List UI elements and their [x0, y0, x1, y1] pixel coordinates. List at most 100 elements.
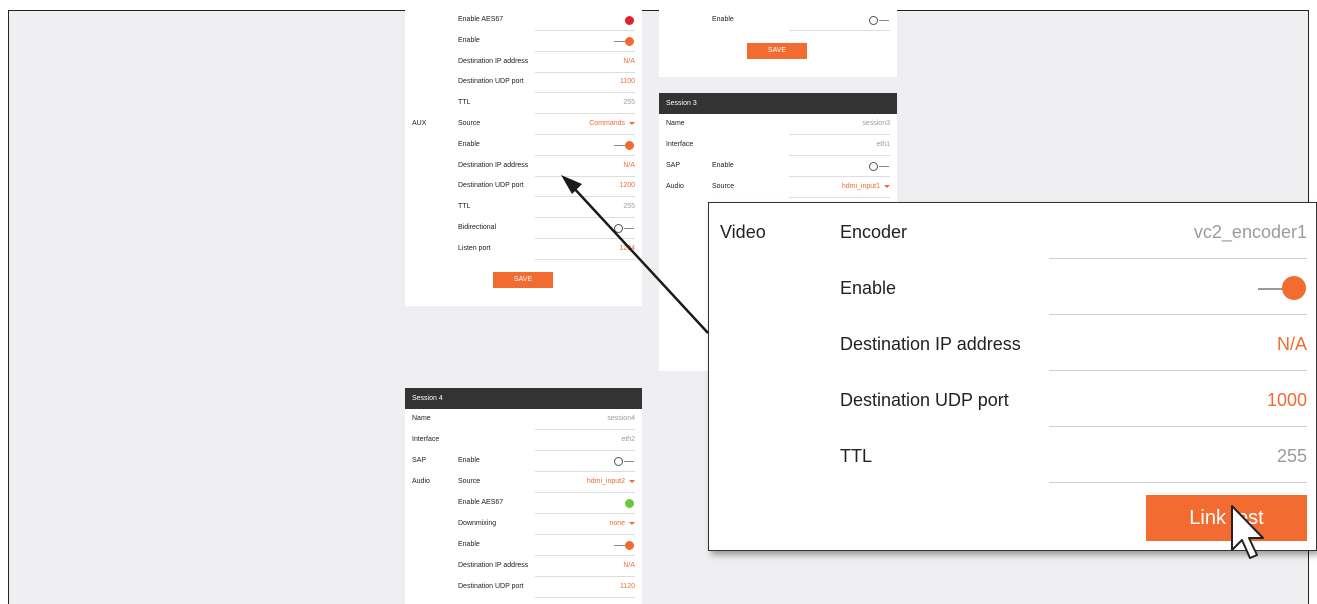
aes67-status-red-icon[interactable]	[625, 16, 634, 25]
group-label: SAP	[412, 457, 427, 464]
value-text: 255	[623, 99, 635, 107]
toggle-knob	[869, 16, 878, 25]
field-label: Destination UDP port	[458, 182, 524, 190]
toggle-track	[879, 20, 889, 21]
chevron-down-icon	[629, 521, 635, 525]
group-label: AUX	[412, 120, 427, 127]
field-value[interactable]: N/A	[623, 58, 635, 65]
zoom-callout: TTL 255 Destination UDP port 1000 Destinatio…	[708, 202, 1317, 551]
field-label: TTL	[458, 99, 471, 107]
toggle-switch-on[interactable]	[1258, 276, 1306, 300]
group-label: SAP	[666, 162, 681, 169]
field-label: Enable AES67	[458, 499, 504, 506]
value-text: N/A	[623, 562, 635, 569]
field-label: Enable AES67	[458, 16, 504, 23]
setting-row-destination-ip-address: Destination IP address N/A	[405, 556, 642, 577]
value-text: session3	[862, 120, 890, 127]
setting-row-destination-udp-port: Destination UDP port 1200	[405, 176, 642, 198]
session4-card: Session 4 Name session4 Interface eth2 SAP En…	[405, 388, 642, 604]
field-value: vc2_encoder1	[1193, 222, 1307, 242]
field-value: session3	[862, 120, 890, 127]
field-label: Destination IP address	[458, 562, 529, 569]
field-value[interactable]: 1100	[620, 78, 635, 85]
setting-row-source: Audio Source hdmi_input2	[405, 472, 642, 493]
setting-row-destination-ip-address: Destination IP address N/A	[405, 156, 642, 177]
group-label: Name	[412, 415, 431, 422]
select-value[interactable]: none	[609, 520, 635, 527]
field-value: 255	[1276, 446, 1307, 466]
value-text: 1204	[619, 244, 635, 252]
field-label: Downmixing	[458, 520, 497, 527]
field-value: session4	[607, 415, 635, 422]
zoom-row-enable: Enable	[709, 259, 1316, 315]
row-divider	[789, 197, 890, 198]
value-text: 1200	[619, 182, 635, 190]
field-value[interactable]: N/A	[623, 562, 635, 569]
setting-row-interface: Interface eth1	[659, 135, 897, 156]
setting-row-name: Name session3	[659, 114, 897, 135]
row-divider	[535, 597, 635, 598]
toggle-switch-off[interactable]	[869, 162, 889, 171]
select-value[interactable]: hdmi_input2	[587, 478, 635, 485]
field-value[interactable]: 1200	[619, 182, 635, 189]
group-label: Video	[720, 222, 766, 242]
setting-row-enable: Enable	[405, 535, 642, 556]
row-divider	[789, 30, 890, 31]
toggle-switch-off[interactable]	[869, 16, 889, 25]
setting-row-source: Audio Source hdmi_input1	[659, 177, 897, 198]
value-text: 255	[623, 203, 635, 211]
zoom-row-destination-udp-port: Destination UDP port 1000	[709, 371, 1316, 427]
field-value: eth1	[876, 141, 890, 148]
value-text: eth2	[621, 436, 635, 443]
row-divider	[1049, 370, 1307, 371]
value-text: 1120	[619, 583, 635, 590]
value-text: hdmi_input2	[586, 478, 625, 485]
value-text: eth1	[876, 141, 890, 148]
setting-row-enable: SAP Enable	[405, 451, 642, 472]
toggle-switch-on[interactable]	[614, 140, 634, 150]
field-value[interactable]: N/A	[1277, 334, 1307, 355]
chevron-down-icon	[629, 121, 635, 125]
field-value[interactable]: 1204	[619, 245, 635, 252]
group-label: Audio	[666, 183, 684, 190]
field-value[interactable]: 1000	[1267, 390, 1307, 411]
field-label: Listen port	[458, 244, 491, 252]
toggle-switch-on[interactable]	[614, 36, 634, 46]
toggle-switch-off[interactable]	[614, 224, 634, 233]
toggle-knob	[1282, 276, 1306, 300]
setting-row-enable-aes67: Enable AES67	[405, 10, 642, 31]
setting-row-enable: Enable	[659, 10, 897, 31]
value-text: Commands	[589, 120, 625, 127]
setting-row-enable: Enable	[405, 135, 642, 156]
select-value[interactable]: hdmi_input1	[842, 183, 890, 190]
setting-row-ttl: TTL 255	[405, 93, 642, 115]
group-label: Name	[666, 120, 685, 127]
toggle-knob	[614, 224, 623, 233]
value-text: N/A	[623, 57, 635, 65]
row-divider	[1049, 314, 1307, 315]
group-label: Interface	[666, 141, 694, 148]
field-label: Enable	[458, 541, 480, 548]
toggle-switch-on[interactable]	[614, 541, 634, 550]
session4-title: Session 4	[405, 388, 642, 409]
aes67-status-green-icon[interactable]	[625, 499, 634, 508]
setting-row-name: Name session4	[405, 409, 642, 430]
value-text: 1100	[619, 78, 635, 86]
setting-row-destination-ip-address: Destination IP address N/A	[405, 52, 642, 73]
row-divider	[1049, 258, 1307, 259]
toggle-track	[879, 166, 889, 167]
value-text: N/A	[623, 161, 635, 169]
save-button[interactable]: SAVE	[493, 272, 553, 288]
field-value[interactable]: N/A	[623, 162, 635, 169]
save-button[interactable]: SAVE	[747, 43, 807, 59]
toggle-knob	[625, 140, 634, 150]
field-value: eth2	[621, 436, 635, 443]
setting-row-enable: SAP Enable	[659, 156, 897, 177]
select-value[interactable]: Commands	[589, 120, 635, 127]
field-label: Destination UDP port	[458, 78, 524, 86]
value-text: none	[609, 520, 625, 527]
toggle-switch-off[interactable]	[614, 457, 634, 466]
field-label: Destination UDP port	[840, 390, 1009, 410]
link-test-button[interactable]: Link test	[1146, 495, 1307, 541]
field-value[interactable]: 1120	[620, 583, 635, 590]
